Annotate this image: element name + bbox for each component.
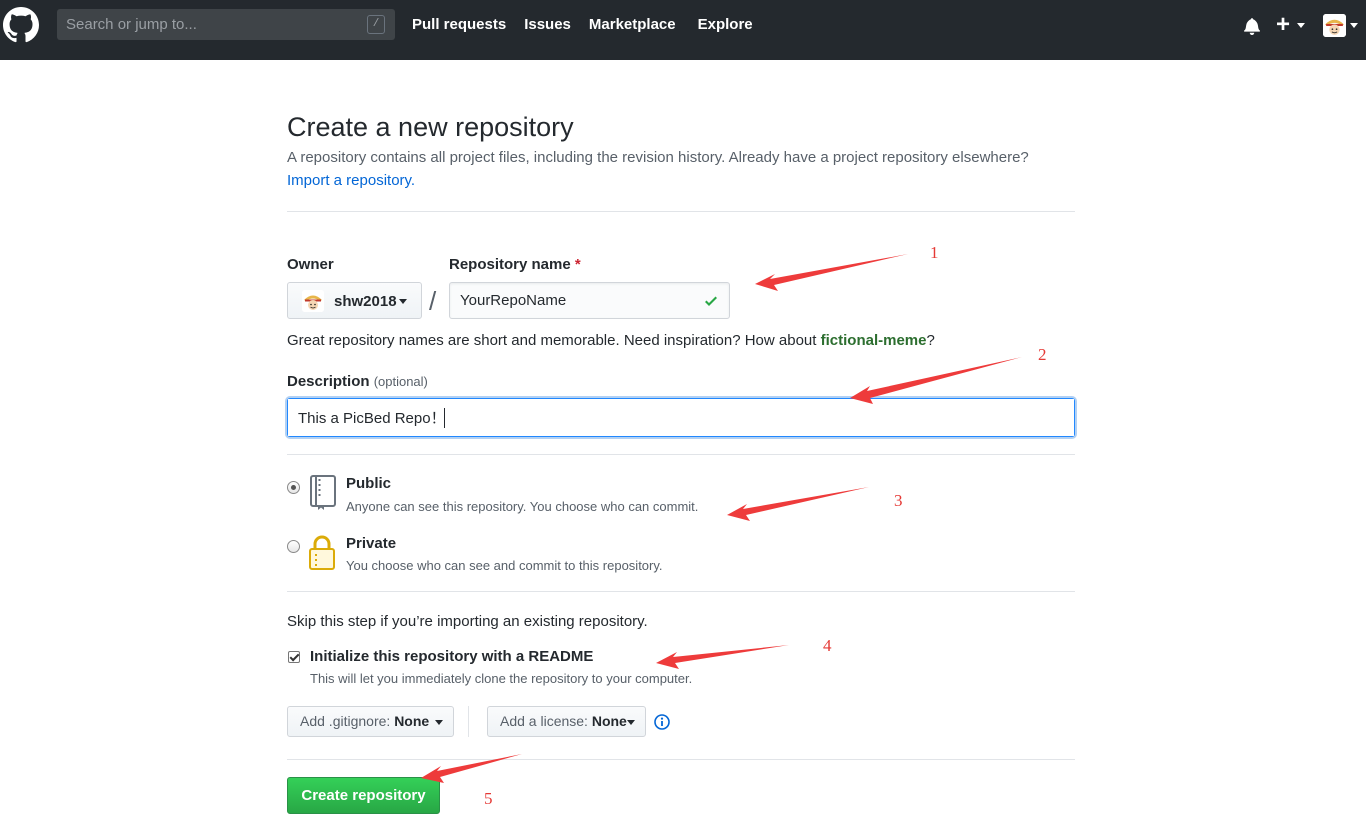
avatar-image-icon — [1323, 14, 1346, 37]
repo-name-label-text: Repository name — [449, 256, 571, 273]
license-select[interactable]: Add a license: None — [487, 706, 646, 737]
private-title: Private — [346, 535, 397, 552]
readme-note: This will let you immediately clone the … — [310, 671, 693, 686]
license-prefix: Add a license: — [500, 713, 588, 729]
description-label: Description (optional) — [287, 373, 428, 390]
readme-label[interactable]: Initialize this repository with a README — [310, 648, 593, 665]
search-input[interactable] — [57, 9, 395, 40]
slash-shortcut-key: / — [367, 15, 385, 34]
owner-label: Owner — [287, 256, 334, 273]
name-suggestion-link[interactable]: fictional-meme — [821, 332, 927, 349]
divider — [287, 454, 1075, 455]
description-input[interactable] — [288, 399, 1074, 436]
divider — [287, 211, 1075, 212]
annotation-number-4: 4 — [823, 636, 832, 655]
check-icon — [705, 296, 717, 306]
annotation-arrow-3 — [727, 487, 869, 521]
nav-pull-requests[interactable]: Pull requests — [412, 16, 506, 33]
gitignore-value: None — [394, 713, 430, 729]
bell-icon[interactable] — [1244, 17, 1260, 35]
info-icon[interactable] — [654, 714, 670, 730]
lock-icon — [309, 535, 335, 570]
readme-checkbox[interactable] — [288, 651, 300, 663]
gitignore-select[interactable]: Add .gitignore: None — [287, 706, 454, 737]
import-repository-link[interactable]: Import a repository. — [287, 172, 415, 189]
owner-select[interactable]: shw2018 — [287, 282, 422, 319]
nav-marketplace[interactable]: Marketplace — [589, 16, 676, 33]
annotation-number-3: 3 — [894, 491, 903, 510]
private-description: You choose who can see and commit to thi… — [346, 558, 663, 573]
gitignore-prefix: Add .gitignore: — [300, 713, 391, 729]
description-field[interactable] — [287, 398, 1075, 437]
nav-explore[interactable]: Explore — [698, 16, 753, 33]
chevron-down-icon — [435, 720, 443, 725]
optional-tag: (optional) — [373, 374, 428, 389]
text-cursor — [444, 408, 445, 428]
annotation-number-5: 5 — [484, 789, 493, 808]
avatar[interactable] — [1323, 14, 1346, 37]
chevron-down-icon[interactable] — [1297, 23, 1305, 28]
create-repository-button[interactable]: Create repository — [287, 777, 440, 814]
top-header: / Pull requests Issues Marketplace Explo… — [0, 0, 1366, 60]
hint-text: Great repository names are short and mem… — [287, 332, 821, 349]
hint-end: ? — [926, 332, 935, 349]
divider — [287, 591, 1075, 592]
annotation-arrow-1 — [755, 254, 908, 291]
owner-avatar-image-icon — [302, 290, 324, 312]
chevron-down-icon — [627, 720, 635, 725]
private-radio[interactable] — [287, 540, 300, 553]
annotation-number-2: 2 — [1038, 345, 1047, 364]
owner-avatar — [302, 290, 324, 312]
skip-note: Skip this step if you’re importing an ex… — [287, 613, 648, 630]
owner-name: shw2018 — [334, 293, 397, 310]
repo-name-input[interactable] — [450, 283, 729, 318]
page-subtitle: A repository contains all project files,… — [287, 149, 1029, 166]
plus-icon[interactable]: + — [1276, 13, 1290, 37]
owner-repo-separator: / — [429, 286, 437, 316]
repo-book-icon — [310, 475, 336, 510]
divider — [287, 759, 1075, 760]
select-separator — [468, 706, 469, 737]
header-nav: Pull requests Issues Marketplace Explore — [412, 16, 771, 33]
page-title: Create a new repository — [287, 112, 574, 142]
license-value: None — [591, 713, 627, 729]
public-description: Anyone can see this repository. You choo… — [346, 499, 699, 514]
annotation-arrow-2 — [850, 357, 1022, 404]
repo-name-hint: Great repository names are short and mem… — [287, 332, 935, 349]
public-title: Public — [346, 475, 392, 492]
public-radio[interactable] — [287, 481, 300, 494]
repo-name-label: Repository name * — [449, 256, 581, 273]
search-box[interactable]: / — [57, 9, 395, 40]
nav-issues[interactable]: Issues — [524, 16, 571, 33]
chevron-down-icon — [399, 299, 407, 304]
description-label-text: Description — [287, 373, 370, 390]
annotation-number-1: 1 — [930, 243, 939, 262]
annotation-arrow-4 — [656, 645, 789, 669]
github-logo-icon[interactable] — [3, 7, 39, 43]
required-mark: * — [574, 256, 581, 273]
chevron-down-icon[interactable] — [1350, 23, 1358, 28]
repo-name-field[interactable] — [449, 282, 730, 319]
